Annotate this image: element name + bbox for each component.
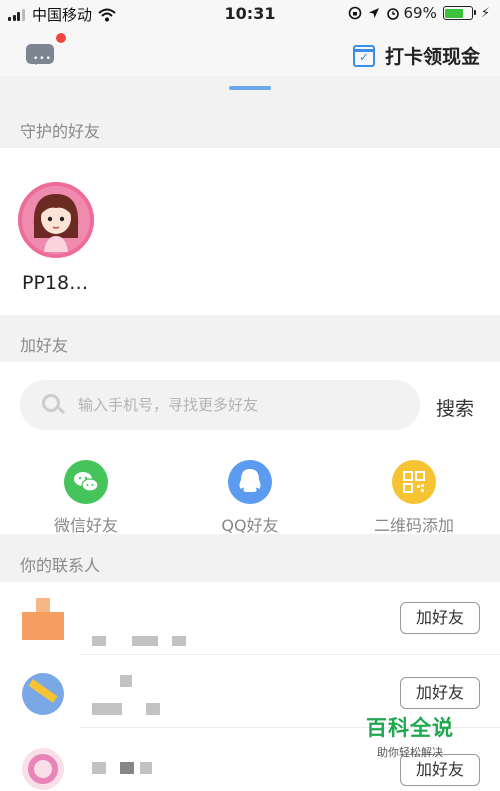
blurred-name [92,703,122,715]
charging-icon: ⚡ [480,5,490,21]
checkin-button[interactable]: ✓ 打卡领现金 [352,42,480,69]
search-box [20,380,420,430]
blurred-name [92,636,106,646]
blurred-name [120,762,134,774]
add-contact-button[interactable]: 加好友 [400,677,480,709]
girl-avatar-icon [33,194,79,252]
wechat-friend-label: 微信好友 [53,516,118,535]
status-right: 69% ⚡ [348,4,490,22]
location-icon [368,8,379,18]
qr-code-label: 二维码添加 [373,516,454,535]
battery-fill [445,8,463,18]
wechat-icon [64,460,108,504]
friend-avatar[interactable] [18,182,94,258]
blurred-name [132,636,158,646]
blurred-name [140,762,152,774]
qq-icon [228,460,272,504]
contact-row: 加好友 [0,582,500,655]
guarded-friends-panel: PP18… [0,148,500,315]
blurred-name [172,636,186,646]
chat-bubble-icon: ••• [26,44,54,65]
friend-name: PP18… [22,272,89,294]
add-wechat-friend-button[interactable]: 微信好友 [26,460,146,536]
add-contact-button[interactable]: 加好友 [400,602,480,634]
watermark-logo: 百科全说 助你轻松解决 [360,712,460,760]
add-by-qr-code-button[interactable]: 二维码添加 [354,460,474,536]
add-friend-section-title: 加好友 [20,336,69,355]
alarm-icon [386,8,399,20]
calendar-check-icon: ✓ [352,44,375,67]
contact-avatar [22,598,64,640]
search-input[interactable] [78,380,398,430]
contact-avatar [22,673,64,715]
add-qq-friend-button[interactable]: QQ好友 [190,460,310,536]
friends-sheet: 守护的好友 PP18… 加好友 搜索 [0,76,500,791]
blurred-name [120,675,132,687]
watermark-title: 百科全说 [366,716,454,740]
battery-icon [442,6,476,20]
guarded-section-title: 守护的好友 [20,122,101,141]
battery-percent: 69% [403,4,437,22]
unread-badge [55,32,67,44]
contacts-section-title: 你的联系人 [20,556,101,575]
blurred-name [92,762,106,774]
contact-avatar [22,748,64,790]
watermark-subtitle: 助你轻松解决 [377,746,443,759]
qr-code-icon [392,460,436,504]
messages-button[interactable]: ••• [24,40,58,68]
blurred-name [146,703,160,715]
drag-handle[interactable] [229,86,271,90]
search-icon [42,394,60,412]
checkin-label: 打卡领现金 [384,46,480,68]
top-bar: ••• ✓ 打卡领现金 [0,28,500,76]
search-button[interactable]: 搜索 [436,394,474,421]
qq-friend-label: QQ好友 [221,516,279,535]
add-friend-panel: 搜索 微信好友 QQ好友 [0,362,500,536]
status-bar: 中国移动 10:31 69% ⚡ [0,0,500,28]
rotation-lock-icon [348,6,361,20]
